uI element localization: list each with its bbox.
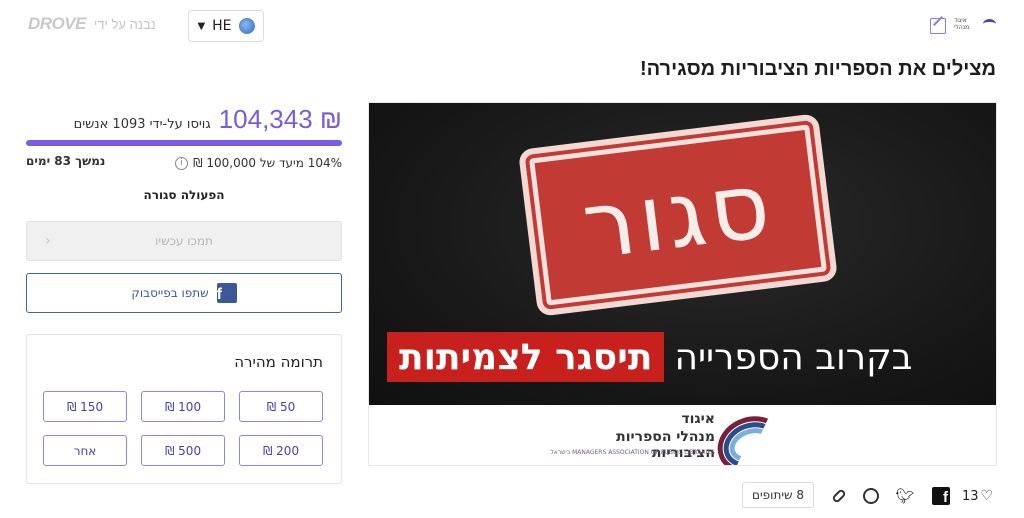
chevron-down-icon: ▼: [197, 20, 206, 32]
progress-fill: [26, 140, 342, 146]
banner-red-text: תיסגר לצמיתות: [387, 332, 665, 382]
association-logo: איגוד מנהלי הספריות הציבוריות MANAGERS A…: [550, 407, 797, 465]
share-facebook-button[interactable]: f שתפו בפייסבוק: [26, 273, 342, 313]
twitter-icon[interactable]: 🐦︎: [895, 487, 914, 505]
goal-info: 104% מיעד של 100,000 ₪ i: [175, 154, 342, 172]
raised-by-text: גויסו על-ידי 1093 אנשים: [73, 117, 211, 132]
quick-donation-panel: תרומה מהירה 50 ₪ 100 ₪ 150 ₪ 200 ₪ 500 ₪…: [26, 334, 342, 484]
quick-donation-title: תרומה מהירה: [234, 353, 323, 371]
hero-banner: תיסגר לצמיתות בקרוב הספרייה: [387, 332, 922, 382]
association-line-1: איגוד: [681, 411, 715, 427]
goal-text: 104% מיעד של 100,000 ₪: [193, 156, 342, 170]
facebook-share-icon[interactable]: f: [932, 487, 950, 505]
association-line-2: מנהלי הספריות הציבוריות: [616, 429, 715, 461]
quick-amount-500[interactable]: 500 ₪: [141, 435, 225, 466]
likes-count: 13: [962, 488, 979, 504]
campaign-status: הפעולה סגורה: [143, 188, 225, 202]
quick-amount-200[interactable]: 200 ₪: [239, 435, 323, 466]
hero-footer: איגוד מנהלי הספריות הציבוריות MANAGERS A…: [369, 405, 996, 465]
org-logo-text: איגוד מנהלי: [954, 17, 970, 31]
campaign-hero-image: סגור תיסגר לצמיתות בקרוב הספרייה איגוד מ…: [368, 102, 997, 466]
drove-brand[interactable]: DROVE נבנה על ידי: [28, 14, 156, 34]
quick-amount-50[interactable]: 50 ₪: [239, 391, 323, 422]
closed-stamp: סגור: [517, 113, 839, 317]
raised-amount-row: ₪ 104,343 גויסו על-ידי 1093 אנשים: [26, 104, 342, 134]
org-logo-arc-icon: [983, 19, 996, 29]
hero-background: סגור תיסגר לצמיתות בקרוב הספרייה: [369, 103, 996, 405]
whatsapp-icon[interactable]: [862, 487, 880, 505]
language-label: HE: [212, 18, 232, 34]
stamp-text: סגור: [576, 150, 780, 280]
share-count-badge: 8 שיתופים: [742, 482, 814, 508]
association-arcs-icon: [709, 407, 793, 465]
organization-logo[interactable]: איגוד מנהלי: [954, 16, 996, 32]
chevron-left-icon: ‹: [45, 233, 51, 249]
heart-icon: ♡: [980, 488, 994, 504]
donate-now-label: תמכו עכשיו: [155, 234, 213, 248]
quick-amount-150[interactable]: 150 ₪: [43, 391, 127, 422]
powered-by-label: נבנה על ידי: [93, 16, 156, 32]
facebook-icon: f: [216, 283, 237, 303]
drove-logo: DROVE: [28, 14, 86, 33]
info-icon[interactable]: i: [175, 156, 189, 170]
donate-now-button[interactable]: ‹ תמכו עכשיו: [26, 221, 342, 261]
link-icon[interactable]: [830, 487, 848, 505]
top-bar: DROVE נבנה על ידי ▼ HE איגוד מנהלי: [0, 0, 1024, 52]
globe-icon: [238, 18, 255, 34]
edit-icon[interactable]: [930, 18, 946, 34]
funding-progress-bar: [26, 140, 342, 146]
association-line-3: MANAGERS ASSOCIATION OF PUBLIC LIBRARIES…: [550, 449, 715, 456]
quick-amount-other[interactable]: אחר: [43, 435, 127, 466]
share-facebook-label: שתפו בפייסבוק: [131, 286, 209, 300]
banner-white-text: בקרוב הספרייה: [674, 336, 913, 378]
quick-amount-100[interactable]: 100 ₪: [141, 391, 225, 422]
language-selector[interactable]: ▼ HE: [188, 10, 264, 42]
funding-stats: 104% מיעד של 100,000 ₪ i נמשך 83 ימים: [26, 154, 342, 172]
days-remaining: נמשך 83 ימים: [26, 154, 106, 168]
likes-counter[interactable]: 13 ♡: [962, 486, 993, 506]
campaign-title: מצילים את הספריות הציבוריות מסגירה!: [639, 58, 996, 80]
raised-amount: ₪ 104,343: [218, 104, 342, 134]
